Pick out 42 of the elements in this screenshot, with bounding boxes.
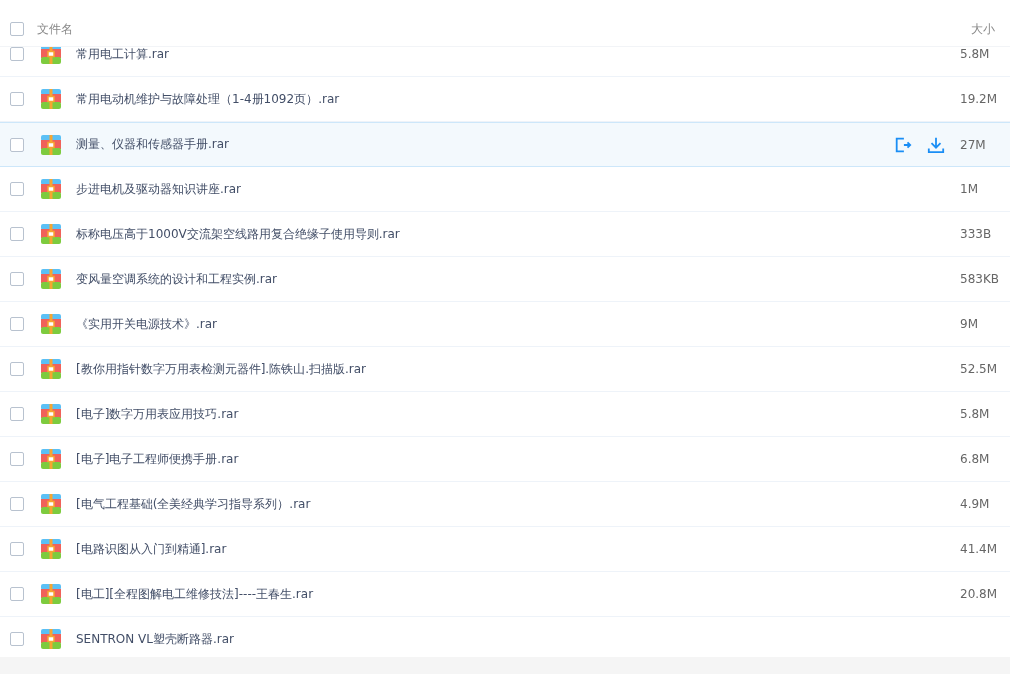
file-name[interactable]: 变风量空调系统的设计和工程实例.rar	[76, 270, 278, 288]
file-size: 41.4M	[960, 542, 999, 556]
file-row[interactable]: 步进电机及驱动器知识讲座.rar 1M	[0, 167, 1010, 212]
file-name[interactable]: [电工][全程图解电工维修技法]----王春生.rar	[76, 585, 314, 603]
file-row[interactable]: [电子]数字万用表应用技巧.rar 5.8M	[0, 392, 1010, 437]
file-size: 333B	[960, 227, 993, 241]
file-row[interactable]: 测量、仪器和传感器手册.rar 27M	[0, 122, 1010, 167]
file-name[interactable]: 常用电动机维护与故障处理（1-4册1092页）.rar	[76, 90, 340, 108]
file-size: 1M	[960, 182, 979, 196]
file-row[interactable]: SENTRON VL塑壳断路器.rar	[0, 617, 1010, 657]
file-size: 5.8M	[960, 47, 991, 61]
file-row[interactable]: 变风量空调系统的设计和工程实例.rar 583KB	[0, 257, 1010, 302]
file-name[interactable]: 标称电压高于1000V交流架空线路用复合绝缘子使用导则.rar	[76, 225, 400, 243]
file-row[interactable]: [电气工程基础(全美经典学习指导系列）.rar 4.9M	[0, 482, 1010, 527]
file-size: 20.8M	[960, 587, 999, 601]
file-row[interactable]: [电工][全程图解电工维修技法]----王春生.rar 20.8M	[0, 572, 1010, 617]
file-size: 5.8M	[960, 407, 991, 421]
file-name[interactable]: [电子]数字万用表应用技巧.rar	[76, 405, 239, 423]
file-name[interactable]: 《实用开关电源技术》.rar	[76, 315, 218, 333]
file-name[interactable]: [电路识图从入门到精通].rar	[76, 540, 227, 558]
file-size: 27M	[960, 137, 987, 152]
file-name[interactable]: 步进电机及驱动器知识讲座.rar	[76, 180, 242, 198]
file-row[interactable]: 《实用开关电源技术》.rar 9M	[0, 302, 1010, 347]
file-name[interactable]: [教你用指针数字万用表检测元器件].陈铁山.扫描版.rar	[76, 360, 367, 378]
file-name[interactable]: SENTRON VL塑壳断路器.rar	[76, 630, 234, 648]
file-size: 4.9M	[960, 497, 991, 511]
file-name[interactable]: 测量、仪器和传感器手册.rar	[76, 136, 230, 153]
file-size: 19.2M	[960, 92, 999, 106]
file-size: 9M	[960, 317, 979, 331]
file-name[interactable]: [电气工程基础(全美经典学习指导系列）.rar	[76, 495, 311, 513]
file-size: 52.5M	[960, 362, 999, 376]
file-row[interactable]: [教你用指针数字万用表检测元器件].陈铁山.扫描版.rar 52.5M	[0, 347, 1010, 392]
file-row[interactable]: 常用电工计算.rar 5.8M	[0, 47, 1010, 77]
file-row[interactable]: [电子]电子工程师便携手册.rar 6.8M	[0, 437, 1010, 482]
column-header[interactable]: 大小	[971, 20, 995, 38]
file-name[interactable]: [电子]电子工程师便携手册.rar	[76, 450, 239, 468]
file-size: 6.8M	[960, 452, 991, 466]
file-row[interactable]: [电路识图从入门到精通].rar 41.4M	[0, 527, 1010, 572]
column-header[interactable]: 文件名	[37, 20, 73, 38]
file-row[interactable]: 标称电压高于1000V交流架空线路用复合绝缘子使用导则.rar 333B	[0, 212, 1010, 257]
file-name[interactable]: 常用电工计算.rar	[76, 47, 170, 63]
file-size: 583KB	[960, 272, 1000, 286]
